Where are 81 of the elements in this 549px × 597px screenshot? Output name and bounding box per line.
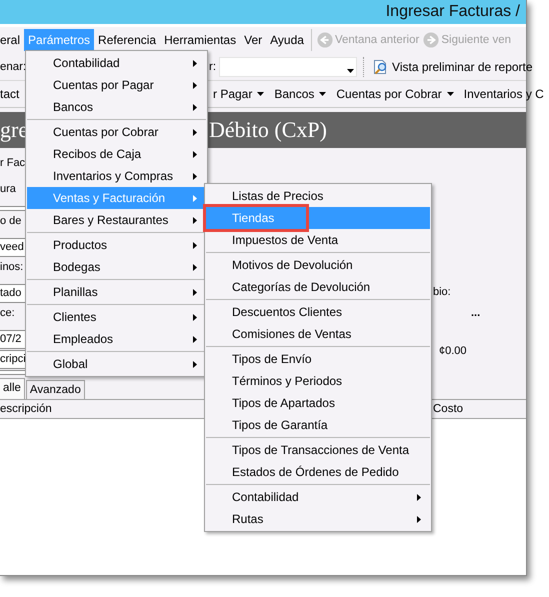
submenu-arrow-icon [193, 194, 197, 202]
field-label: o de [0, 214, 22, 229]
submenu-arrow-icon [193, 336, 197, 342]
page-title: Débito (CxP) [209, 117, 327, 143]
menu-item[interactable]: Bares y Restaurantes [27, 209, 206, 231]
menu-item[interactable]: Herramientas [160, 29, 240, 51]
menu-item[interactable]: Cuentas por Pagar [27, 74, 206, 96]
menu-item[interactable]: Estados de Órdenes de Pedido [206, 461, 430, 483]
submenu-arrow-icon [193, 150, 197, 158]
menu-item[interactable]: Tipos de Garantía [206, 414, 430, 436]
input-field[interactable]: tado [0, 284, 25, 303]
submenu-arrow-icon [193, 172, 197, 180]
menu-item[interactable]: Tipos de Envío [206, 348, 430, 370]
input-field[interactable]: cripci [0, 350, 25, 369]
field-label: r Fac [0, 156, 26, 171]
menu-item[interactable]: Categorías de Devolución [206, 276, 430, 298]
menu-item[interactable]: Ver [240, 29, 266, 51]
column-header[interactable]: Costo [433, 403, 526, 415]
toolbar-menu[interactable]: Bancos [269, 87, 332, 101]
submenu-arrow-icon [193, 314, 197, 320]
amount-value: ¢0.00 [439, 345, 467, 357]
submenu-arrow-icon [193, 82, 197, 88]
menu-item[interactable]: Bodegas [27, 256, 206, 278]
tab[interactable]: alle [0, 378, 25, 399]
submenu-arrow-icon [193, 216, 197, 224]
menu-item[interactable]: Inventarios y Compras [27, 165, 206, 187]
browse-button[interactable]: ... [469, 307, 482, 319]
submenu-arrow-icon [417, 516, 421, 522]
submenu-arrow-icon [417, 494, 421, 500]
submenu-arrow-icon [193, 264, 197, 270]
menu-item[interactable]: Términos y Periodos [206, 370, 430, 392]
menu-item[interactable]: Empleados [27, 328, 206, 350]
menu-item[interactable]: Listas de Precios [206, 185, 430, 207]
field-label: bio: [433, 286, 451, 298]
submenu-arrow-icon [193, 288, 197, 296]
field-label: inos: [0, 260, 24, 275]
menu-item[interactable]: Global [27, 353, 206, 375]
toolbar-menu[interactable]: Inventarios y C [458, 87, 549, 101]
menu-item[interactable]: Comisiones de Ventas [206, 323, 430, 345]
caret-icon [319, 92, 326, 96]
menu-item[interactable]: eral [0, 29, 24, 51]
input-field[interactable]: veed [0, 238, 25, 257]
toolbar-menu[interactable]: r Pagar [208, 87, 270, 101]
menu-item[interactable]: Planillas [27, 281, 206, 303]
input-field[interactable] [0, 206, 25, 211]
field-label: ura [0, 182, 16, 197]
input-field[interactable]: 07/2 [0, 330, 25, 349]
menu-item[interactable]: Productos [27, 234, 206, 256]
menu-item[interactable]: Clientes [27, 306, 206, 328]
menu-item[interactable]: Cuentas por Cobrar [27, 121, 206, 143]
menu-item[interactable]: Bancos [27, 96, 206, 118]
field-label: ce: [0, 306, 15, 321]
caret-icon [446, 92, 454, 96]
menu-item[interactable]: Contabilidad [27, 52, 206, 74]
input-field[interactable] [0, 370, 25, 375]
menu-item[interactable]: Referencia [94, 29, 160, 51]
dropdown-field[interactable] [219, 56, 358, 76]
menu-item[interactable]: Motivos de Devolución [206, 254, 430, 276]
submenu-arrow-icon [193, 104, 197, 110]
menu-item[interactable]: Contabilidad [206, 486, 430, 508]
menu-item[interactable]: Rutas [206, 508, 430, 530]
submenu-arrow-icon [193, 242, 197, 248]
toolbar-menu[interactable]: tact [0, 87, 24, 101]
caret-icon [257, 92, 264, 96]
report-preview-button[interactable]: Vista preliminar de reporte [371, 58, 535, 76]
menu-item[interactable]: Descuentos Clientes [206, 301, 430, 323]
menu-item[interactable]: Tipos de Transacciones de Venta [206, 439, 430, 461]
menu-item[interactable]: Ayuda [266, 29, 308, 51]
tab[interactable]: Avanzado [26, 380, 85, 399]
submenu-arrow-icon [193, 60, 197, 66]
caret-icon [347, 68, 354, 72]
column-header[interactable]: escripción [0, 403, 52, 415]
submenu-arrow-icon [193, 128, 197, 136]
field-label: enar: [0, 60, 26, 72]
toolbar-menu[interactable]: Cuentas por Cobrar [331, 87, 459, 101]
menu-item[interactable]: Impuestos de Venta [206, 229, 430, 251]
window-title: Ingresar Facturas / [386, 3, 520, 21]
menu-item[interactable]: Tipos de Apartados [206, 392, 430, 414]
field-label: r: [209, 60, 216, 72]
submenu-arrow-icon [193, 360, 197, 368]
menu-item[interactable]: Recibos de Caja [27, 143, 206, 165]
